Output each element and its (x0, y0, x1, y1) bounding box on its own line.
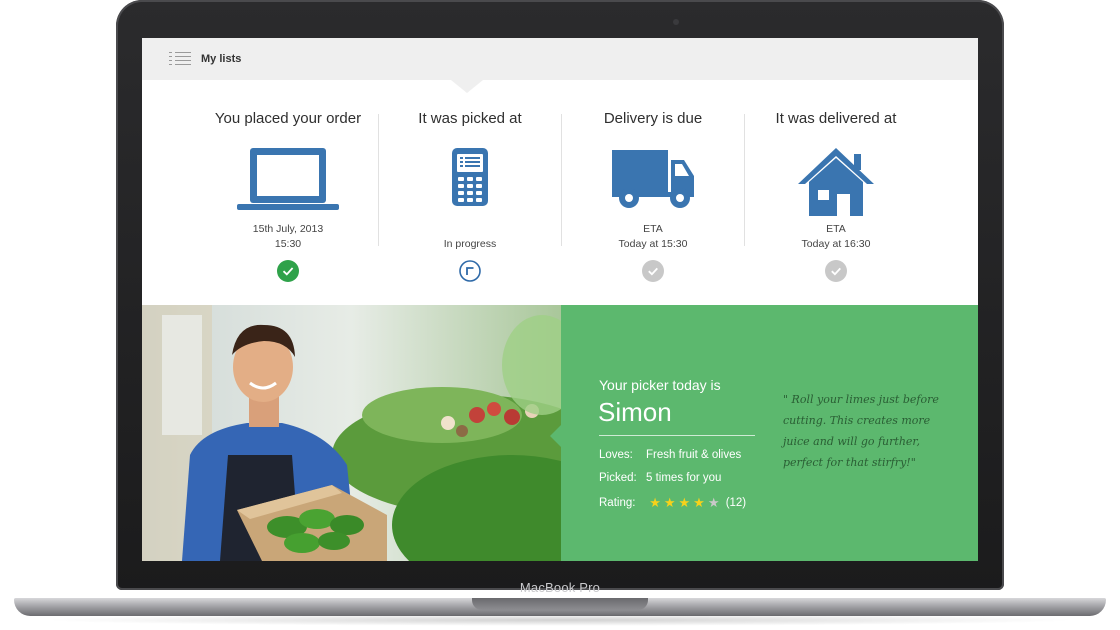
step-details: ETA Today at 15:30 (562, 222, 744, 252)
my-lists-link[interactable]: My lists (201, 53, 241, 65)
step-title: You placed your order (214, 110, 362, 127)
step-details: ETA Today at 16:30 (745, 222, 927, 252)
top-bar: My lists (142, 38, 978, 80)
device-label: MacBook Pro (519, 580, 601, 595)
laptop-shadow (40, 614, 1080, 626)
step-title: It was picked at (418, 110, 522, 127)
picked-line1 (379, 222, 561, 237)
star-filled-icon: ★ (693, 495, 705, 510)
step-title: It was delivered at (775, 110, 897, 127)
loves-label: Loves: (599, 449, 633, 461)
pending-check-icon (642, 260, 664, 282)
picker-intro: Your picker today is (599, 377, 721, 393)
picker-panel: Your picker today is Simon Loves: Fresh f… (561, 305, 978, 561)
rating-label: Rating: (599, 497, 636, 509)
topbar-pointer (451, 80, 483, 93)
step-order-placed: You placed your order 15th July, 2013 15… (197, 110, 379, 290)
step-picked: It was picked at In progress (379, 110, 561, 290)
star-filled-icon: ★ (678, 495, 691, 510)
eta-label: ETA (826, 223, 846, 235)
star-filled-icon: ★ (663, 495, 676, 510)
eta-time: Today at 15:30 (618, 238, 688, 250)
picked-value: 5 times for you (646, 472, 722, 484)
order-date: 15th July, 2013 (252, 223, 324, 235)
order-progress: You placed your order 15th July, 2013 15… (197, 110, 937, 290)
list-menu-icon[interactable] (169, 50, 191, 68)
step-details: 15th July, 2013 15:30 (197, 222, 379, 252)
loves-row: Loves: Fresh fruit & olives (599, 449, 741, 461)
picked-row: Picked: 5 times for you (599, 472, 721, 484)
rating-stars: ★ ★ ★ ★ ★ (649, 495, 722, 511)
picked-status: In progress (443, 238, 497, 250)
step-delivered: It was delivered at ETA Today at 16:30 (745, 110, 927, 290)
rating-row: Rating: ★ ★ ★ ★ ★ (12) (599, 495, 746, 511)
picker-quote: " Roll your limes just before cutting. T… (783, 393, 939, 469)
in-progress-clock-icon (459, 260, 481, 282)
star-empty-icon: ★ (707, 495, 720, 510)
eta-time: Today at 16:30 (801, 238, 871, 250)
complete-check-icon (277, 260, 299, 282)
picker-name: Simon (598, 397, 672, 427)
handheld-scanner-icon (379, 146, 561, 214)
pending-check-icon (825, 260, 847, 282)
picker-photo (142, 305, 561, 561)
step-title: Delivery is due (603, 110, 703, 127)
loves-value: Fresh fruit & olives (646, 449, 742, 461)
laptop-icon (197, 146, 379, 214)
step-delivery-due: Delivery is due ETA Today at 15:30 (562, 110, 744, 290)
app-screen: My lists You placed your order 15th July… (142, 38, 978, 561)
panel-pointer (550, 424, 562, 448)
laptop-notch (472, 598, 648, 610)
star-filled-icon: ★ (649, 495, 661, 510)
rating-count: (12) (725, 497, 747, 509)
eta-label: ETA (643, 223, 663, 235)
step-details: In progress (379, 222, 561, 252)
order-time: 15:30 (274, 238, 302, 250)
camera-icon (673, 19, 679, 25)
picker-divider (599, 435, 755, 436)
delivery-truck-icon (562, 146, 744, 214)
picked-label: Picked: (599, 472, 637, 484)
house-icon (745, 146, 927, 216)
